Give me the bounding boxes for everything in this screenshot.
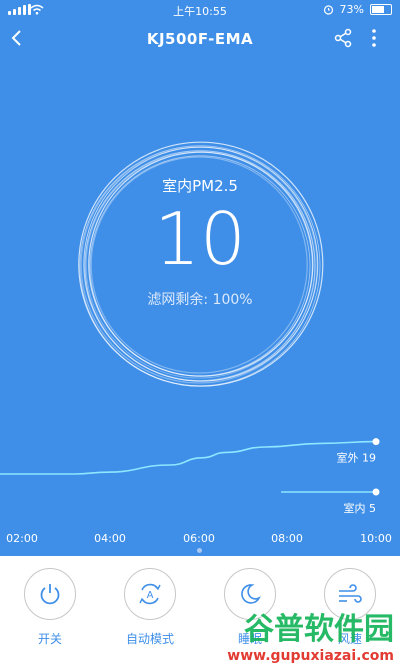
svg-text:A: A [147,590,154,601]
page-indicator [186,548,202,553]
pm-trend-chart: 室外 19 室内 5 [0,438,380,515]
series-end-point [372,488,380,496]
page-dot [186,548,191,553]
series-end-point [372,438,380,446]
power-button-label: 开关 [37,632,62,646]
battery-icon [370,4,392,15]
main-screen: 上午10:55 73% KJ500F-EMA 室内PM2.5 10 滤网剩余: … [0,0,400,556]
more-options-icon[interactable] [370,28,378,48]
filter-remaining: 滤网剩余: 100% [147,292,253,308]
power-button[interactable]: 开关 [5,568,95,647]
x-tick: 10:00 [360,532,392,545]
wind-icon [339,584,362,603]
pm-value: 10 [154,197,246,281]
auto-mode-label: 自动模式 [125,632,174,646]
watermark-brand: 谷普软件园 [244,612,394,647]
x-tick: 02:00 [6,532,38,545]
nav-bar: KJ500F-EMA [0,22,400,58]
x-tick: 06:00 [183,532,215,545]
pm-label: 室内PM2.5 [162,177,238,195]
share-icon[interactable] [334,28,352,48]
alarm-icon [323,5,333,15]
power-icon [40,584,60,605]
x-tick: 04:00 [94,532,126,545]
battery-percent: 73% [339,3,364,16]
status-bar: 上午10:55 73% [0,0,400,20]
series-line-outdoor [0,440,377,475]
auto-mode-button[interactable]: A 自动模式 [105,568,195,647]
auto-mode-icon: A [139,583,161,605]
x-tick: 08:00 [271,532,303,545]
page-dot [197,548,202,553]
watermark-url: www.gupuxiazai.com [227,648,394,664]
series-end-label: 室外 19 [337,451,377,465]
control-bar: 开关 A 自动模式 睡眠 风速 谷普软件园 www.gupuxiazai.com [0,556,400,666]
series-end-label: 室内 5 [344,501,377,515]
